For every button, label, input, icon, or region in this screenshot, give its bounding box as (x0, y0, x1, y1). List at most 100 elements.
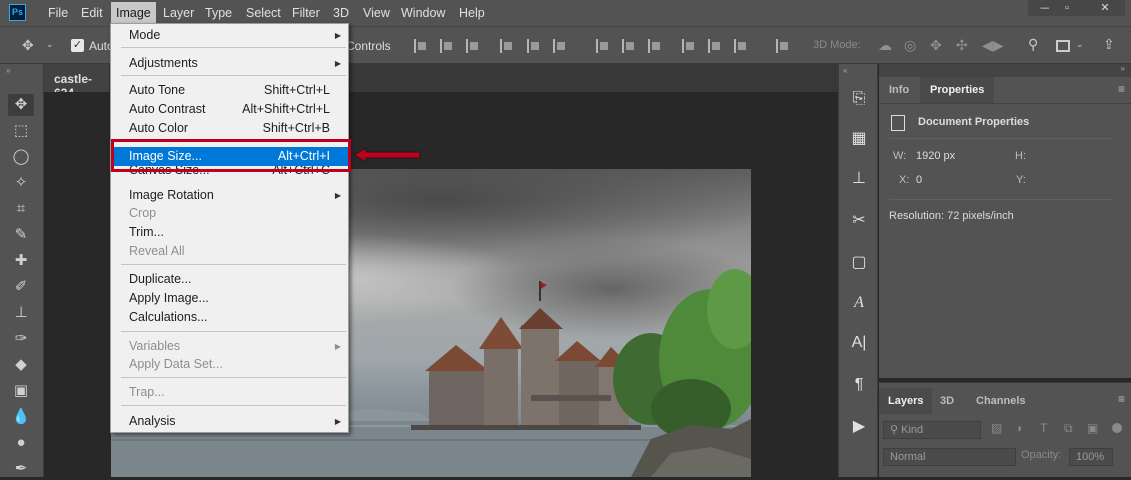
chevron-down-icon[interactable]: ⌄ (46, 39, 54, 50)
opacity-input[interactable]: 100% (1069, 448, 1113, 466)
filter-smart-object-icon[interactable]: ▣ (1087, 421, 1098, 435)
distribute-bottom-icon[interactable] (648, 39, 660, 53)
gradient-tool-icon[interactable]: ▣ (8, 380, 34, 402)
x-value[interactable]: 0 (916, 174, 922, 186)
swatches-icon[interactable]: ▦ (847, 128, 871, 150)
magic-wand-tool-icon[interactable]: ✧ (8, 172, 34, 194)
search-icon[interactable]: ⚲ (1028, 36, 1038, 53)
menu-item-calculations[interactable]: Calculations... (111, 308, 348, 327)
brush-settings-icon[interactable]: ▢ (847, 252, 871, 274)
menu-item-adjustments[interactable]: Adjustments ▶ (111, 54, 348, 73)
menu-item-crop[interactable]: Crop (111, 204, 348, 223)
history-brush-tool-icon[interactable]: ✑ (8, 328, 34, 350)
auto-align-layers-icon[interactable] (776, 39, 788, 53)
share-icon[interactable]: ⇪ (1103, 36, 1115, 53)
menu-item-label: Analysis (129, 414, 176, 428)
paragraph-mark-icon[interactable]: ¶ (847, 374, 871, 396)
align-top-icon[interactable] (414, 39, 426, 53)
menu-separator (121, 405, 346, 406)
crop-tool-icon[interactable]: ⌗ (8, 198, 34, 220)
tab-channels[interactable]: Channels (967, 388, 1035, 414)
menu-file[interactable]: File (43, 0, 73, 26)
menu-item-auto-tone[interactable]: Auto Tone Shift+Ctrl+L (111, 81, 348, 100)
menu-item-trim[interactable]: Trim... (111, 223, 348, 242)
move-tool-icon[interactable]: ✥ (8, 94, 34, 116)
width-value[interactable]: 1920 px (916, 150, 955, 162)
panel-collapse-icon[interactable]: « (843, 66, 847, 75)
align-horizontal-center-icon[interactable] (527, 39, 539, 53)
filter-type-icon[interactable]: T (1040, 421, 1047, 435)
history-icon[interactable]: ⎘ (847, 88, 871, 110)
menu-item-variables[interactable]: Variables ▶ (111, 337, 348, 356)
menu-item-label: Auto Tone (129, 83, 186, 97)
marquee-tool-icon[interactable]: ⬚ (8, 120, 34, 142)
tab-3d[interactable]: 3D (931, 388, 963, 414)
filter-toggle-icon[interactable] (1112, 423, 1122, 433)
annotation-arrow-icon (354, 148, 421, 162)
menu-item-analysis[interactable]: Analysis ▶ (111, 412, 348, 431)
align-bottom-icon[interactable] (466, 39, 478, 53)
distribute-right-icon[interactable] (734, 39, 746, 53)
distribute-left-icon[interactable] (682, 39, 694, 53)
lasso-tool-icon[interactable]: ◯ (8, 146, 34, 168)
filter-adjustment-icon[interactable]: ◑ (1015, 421, 1022, 435)
3d-rotate-icon[interactable]: ☁ (878, 37, 892, 54)
maximize-icon[interactable]: ▫ (1049, 0, 1085, 16)
blur-tool-icon[interactable]: 💧 (8, 406, 34, 428)
character-icon[interactable]: A (847, 292, 871, 314)
menu-image[interactable]: Image (111, 2, 156, 24)
tab-layers[interactable]: Layers (879, 388, 933, 414)
menu-item-image-rotation[interactable]: Image Rotation ▶ (111, 186, 348, 205)
align-left-icon[interactable] (500, 39, 512, 53)
play-actions-icon[interactable]: ▶ (847, 416, 871, 438)
align-right-icon[interactable] (553, 39, 565, 53)
menu-window[interactable]: Window (396, 0, 450, 26)
panel-menu-icon[interactable]: ≡ (1118, 82, 1125, 96)
clone-stamp-tool-icon[interactable]: ⊥ (8, 302, 34, 324)
filter-kind-select[interactable]: ⚲ Kind (883, 421, 981, 439)
chevron-down-icon[interactable]: ⌄ (1076, 39, 1084, 50)
healing-brush-tool-icon[interactable]: ✚ (8, 250, 34, 272)
3d-slide-icon[interactable]: ✣ (956, 37, 968, 54)
paragraph-icon[interactable]: A| (847, 332, 871, 354)
blend-mode-select[interactable]: Normal (883, 448, 1016, 466)
menu-item-auto-contrast[interactable]: Auto Contrast Alt+Shift+Ctrl+L (111, 100, 348, 119)
distribute-vertical-center-icon[interactable] (622, 39, 634, 53)
panel-collapse-icon[interactable]: » (6, 66, 10, 75)
menu-item-label: Auto Contrast (129, 102, 206, 116)
menu-item-apply-image[interactable]: Apply Image... (111, 289, 348, 308)
tool-presets-icon[interactable]: ✂ (847, 210, 871, 232)
align-vertical-center-icon[interactable] (440, 39, 452, 53)
dodge-tool-icon[interactable]: ● (8, 432, 34, 454)
panel-collapse-icon[interactable]: » (1121, 64, 1125, 73)
menu-item-reveal-all[interactable]: Reveal All (111, 242, 348, 261)
panel-menu-icon[interactable]: ≡ (1118, 392, 1125, 406)
close-icon[interactable]: ✕ (1085, 0, 1125, 16)
menu-view[interactable]: View (358, 0, 395, 26)
distribute-horizontal-center-icon[interactable] (708, 39, 720, 53)
menu-item-auto-color[interactable]: Auto Color Shift+Ctrl+B (111, 119, 348, 138)
3d-roll-icon[interactable]: ◎ (904, 37, 916, 54)
menu-item-trap[interactable]: Trap... (111, 383, 348, 402)
eyedropper-tool-icon[interactable]: ✎ (8, 224, 34, 246)
document-tab[interactable]: castle-624 (44, 64, 110, 100)
tab-properties[interactable]: Properties (920, 77, 995, 103)
tab-info[interactable]: Info (879, 77, 919, 103)
auto-select-checkbox[interactable]: ✓ (71, 39, 84, 52)
brush-tool-icon[interactable]: ✐ (8, 276, 34, 298)
clone-source-icon[interactable]: ⊥ (847, 168, 871, 190)
filter-pixel-icon[interactable]: ▨ (991, 421, 1002, 435)
3d-scale-icon[interactable]: ◀▶ (982, 37, 1004, 54)
menu-edit[interactable]: Edit (76, 0, 108, 26)
menu-item-apply-data-set[interactable]: Apply Data Set... (111, 355, 348, 374)
filter-shape-icon[interactable]: ⧉ (1064, 421, 1073, 436)
3d-drag-icon[interactable]: ✥ (930, 37, 942, 54)
move-tool-icon[interactable]: ✥ (22, 37, 34, 54)
menu-item-mode[interactable]: Mode ▶ (111, 26, 348, 45)
eraser-tool-icon[interactable]: ◆ (8, 354, 34, 376)
image-menu-dropdown: Mode ▶ Adjustments ▶ Auto Tone Shift+Ctrl+L… (110, 23, 349, 433)
menu-item-duplicate[interactable]: Duplicate... (111, 270, 348, 289)
distribute-top-icon[interactable] (596, 39, 608, 53)
menu-help[interactable]: Help (454, 0, 490, 26)
workspace-icon[interactable] (1056, 40, 1070, 52)
